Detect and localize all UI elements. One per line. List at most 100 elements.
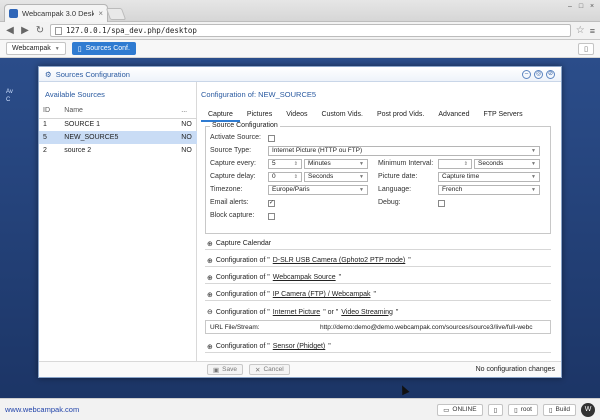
tab-pictures[interactable]: Pictures <box>240 108 279 122</box>
source-name: NEW_SOURCE5 <box>60 131 178 144</box>
capture-delay-unit: Seconds <box>308 173 334 180</box>
minimize-icon[interactable]: – <box>566 3 574 11</box>
source-flag: NO <box>177 131 197 144</box>
section-link[interactable]: Internet Picture <box>273 309 320 316</box>
picture-date-select[interactable]: Capture time ▼ <box>438 172 540 182</box>
app-right-menu[interactable]: ▯ <box>578 42 594 55</box>
activate-source-checkbox[interactable] <box>268 135 275 142</box>
column-header-id[interactable]: ID <box>39 104 61 119</box>
email-alerts-checkbox[interactable]: ✓ <box>268 200 275 207</box>
tab-videos[interactable]: Videos <box>279 108 314 122</box>
user-button[interactable]: ▯ root <box>508 403 538 416</box>
section-prefix: Configuration of " <box>215 274 270 281</box>
section-prefix: Configuration of " <box>215 291 270 298</box>
section-link-2[interactable]: Video Streaming <box>341 309 393 316</box>
table-row-selected[interactable]: 5 NEW_SOURCE5 NO <box>39 131 197 144</box>
window-header: ⚙ Sources Configuration – ◎ ⊘ <box>39 67 561 82</box>
capture-delay-unit-select[interactable]: Seconds ▼ <box>304 172 368 182</box>
close-window-icon[interactable]: ⊘ <box>546 69 555 79</box>
browser-menu-icon[interactable]: ≡ <box>590 26 595 36</box>
expand-icon: ⊕ <box>207 274 213 282</box>
expand-icon: ⊕ <box>207 240 213 248</box>
section-prefix: Configuration of " <box>215 257 270 264</box>
close-window-icon[interactable]: × <box>588 3 596 11</box>
capture-calendar-section[interactable]: ⊕ Capture Calendar <box>205 238 551 250</box>
avatar[interactable]: W <box>581 402 595 417</box>
minimize-window-icon[interactable]: – <box>522 69 531 79</box>
debug-label: Debug: <box>378 199 401 206</box>
tab-capture[interactable]: Capture <box>201 108 240 122</box>
section-link[interactable]: Sensor (Phidget) <box>273 343 326 350</box>
capture-delay-stepper[interactable]: 0 ⇕ <box>268 172 302 182</box>
chevron-down-icon: ▼ <box>531 161 536 167</box>
online-button[interactable]: ▭ ONLINE <box>437 403 483 416</box>
source-configuration-group: Source Configuration Activate Source: So… <box>205 122 551 234</box>
capture-every-stepper[interactable]: 5 ⇕ <box>268 159 302 169</box>
sources-conf-button[interactable]: ▯ Sources Conf. <box>71 42 136 55</box>
webcampak-link[interactable]: www.webcampak.com <box>5 405 79 414</box>
browser-tab[interactable]: Webcampak 3.0 Desktop × <box>4 4 108 22</box>
close-tab-icon[interactable]: × <box>98 9 103 18</box>
build-button[interactable]: ▯ Build <box>542 403 576 416</box>
capture-every-value: 5 <box>272 160 276 167</box>
url-input[interactable]: 127.0.0.1/spa_dev.php/desktop <box>50 24 571 37</box>
url-stream-label: URL File/Stream: <box>210 323 260 331</box>
maximize-icon[interactable]: □ <box>577 3 585 11</box>
stepper-icon: ⇕ <box>293 161 298 167</box>
cancel-button[interactable]: ✕ Cancel <box>248 364 290 375</box>
internet-picture-config-section[interactable]: ⊖ Configuration of " Internet Picture " or… <box>205 306 551 318</box>
chevron-down-icon: ▼ <box>531 187 536 193</box>
sensor-config-section[interactable]: ⊕ Configuration of " Sensor (Phidget) " <box>205 341 551 353</box>
section-link[interactable]: D-SLR USB Camera (Gphoto2 PTP mode) <box>273 257 406 264</box>
language-select[interactable]: French ▼ <box>438 185 540 195</box>
forward-icon[interactable]: ▶ <box>20 25 30 36</box>
webcampak-menu-select[interactable]: Webcampak ▼ <box>6 42 66 55</box>
dslr-config-section[interactable]: ⊕ Configuration of " D-SLR USB Camera (Gp… <box>205 255 551 267</box>
column-header-name[interactable]: Name <box>60 104 178 119</box>
window-toggle-button[interactable]: ▯ <box>487 403 504 416</box>
ip-camera-config-section[interactable]: ⊕ Configuration of " IP Camera (FTP) / We… <box>205 289 551 301</box>
picture-date-value: Capture time <box>442 173 480 180</box>
online-label: ONLINE <box>452 406 477 413</box>
table-row[interactable]: 2 source 2 NO <box>39 144 197 157</box>
source-type-select[interactable]: Internet Picture (HTTP ou FTP) ▼ <box>268 146 540 156</box>
back-icon[interactable]: ◀ <box>5 25 15 36</box>
column-header-more[interactable]: ... <box>177 104 197 119</box>
debug-checkbox[interactable] <box>438 200 445 207</box>
timezone-select[interactable]: Europe/Paris ▼ <box>268 185 368 195</box>
desktop-partial-text: Av C <box>6 89 13 103</box>
section-link[interactable]: IP Camera (FTP) / Webcampak <box>273 291 371 298</box>
available-sources-panel: Available Sources ID Name ... 1 SOURCE 1… <box>39 82 197 364</box>
section-suffix: " <box>328 343 331 350</box>
new-tab-button[interactable] <box>105 8 127 20</box>
reload-icon[interactable]: ↻ <box>35 25 45 36</box>
url-text: 127.0.0.1/spa_dev.php/desktop <box>66 26 197 35</box>
language-value: French <box>442 186 463 193</box>
chevron-down-icon: ▼ <box>531 148 536 154</box>
capture-every-unit-select[interactable]: Minutes ▼ <box>304 159 368 169</box>
tab-custom-vids[interactable]: Custom Vids. <box>314 108 370 122</box>
table-row[interactable]: 1 SOURCE 1 NO <box>39 118 197 131</box>
monitor-icon: ▭ <box>443 406 450 414</box>
min-interval-stepper[interactable]: ⇕ <box>438 159 472 169</box>
save-button[interactable]: ▣ Save <box>207 364 243 375</box>
sources-table: ID Name ... 1 SOURCE 1 NO 5 NEW_SOURCE5 … <box>39 104 197 157</box>
tab-post-prod-vids[interactable]: Post prod Vids. <box>370 108 431 122</box>
webcampak-source-config-section[interactable]: ⊕ Configuration of " Webcampak Source " <box>205 272 551 284</box>
maximize-window-icon[interactable]: ◎ <box>534 69 543 79</box>
section-suffix: " <box>338 274 342 281</box>
section-link[interactable]: Webcampak Source <box>273 274 336 281</box>
bookmark-star-icon[interactable]: ☆ <box>576 25 585 36</box>
email-alerts-label: Email alerts: <box>210 199 249 206</box>
source-id: 5 <box>39 131 61 144</box>
tab-advanced[interactable]: Advanced <box>431 108 476 122</box>
url-stream-input[interactable]: http://demo:demo@demo.webcampak.com/sour… <box>316 324 537 331</box>
block-capture-checkbox[interactable] <box>268 213 275 220</box>
page-icon <box>55 26 62 35</box>
tab-ftp-servers[interactable]: FTP Servers <box>476 108 529 122</box>
stepper-icon: ⇕ <box>463 161 468 167</box>
min-interval-unit-select[interactable]: Seconds ▼ <box>474 159 540 169</box>
source-type-value: Internet Picture (HTTP ou FTP) <box>272 147 363 154</box>
tab-title: Webcampak 3.0 Desktop <box>22 9 95 18</box>
window-controls: – ◎ ⊘ <box>522 69 555 79</box>
